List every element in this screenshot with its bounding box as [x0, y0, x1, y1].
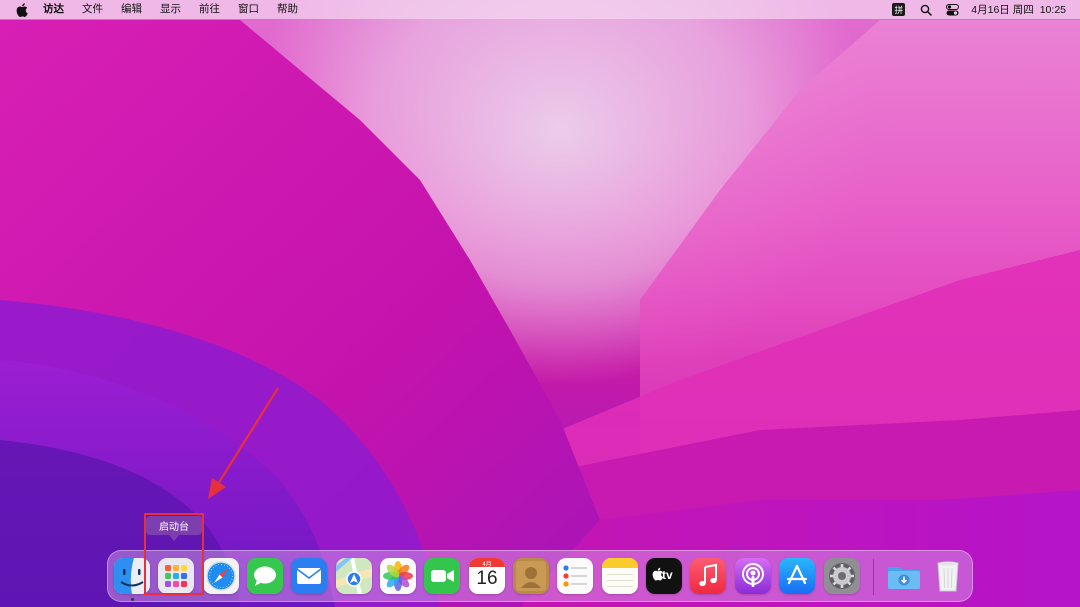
mail-icon[interactable] — [291, 558, 327, 594]
launchpad-icon[interactable] — [158, 558, 194, 594]
messages-icon[interactable] — [247, 558, 283, 594]
reminders-icon[interactable] — [557, 558, 593, 594]
control-center-icon[interactable] — [945, 3, 959, 17]
downloads-folder-icon[interactable] — [886, 558, 922, 594]
finder-running-indicator — [131, 598, 134, 601]
menu-file[interactable]: 文件 — [81, 0, 104, 19]
notes-icon[interactable] — [602, 558, 638, 594]
apple-tv-icon[interactable]: tv — [646, 558, 682, 594]
music-icon[interactable] — [690, 558, 726, 594]
safari-icon[interactable] — [203, 558, 239, 594]
contacts-icon[interactable] — [513, 558, 549, 594]
dock: 4月 16 tv — [107, 550, 973, 602]
menu-bar: 访达 文件 编辑 显示 前往 窗口 帮助 拼 4月16日 周四 10:25 — [0, 0, 1080, 19]
menu-edit[interactable]: 编辑 — [120, 0, 143, 19]
launchpad-tooltip: 启动台 — [146, 516, 202, 541]
menu-window[interactable]: 窗口 — [237, 0, 260, 19]
maps-icon[interactable] — [336, 558, 372, 594]
app-store-icon[interactable] — [779, 558, 815, 594]
apple-tv-label: tv — [662, 568, 673, 582]
facetime-icon[interactable] — [424, 558, 460, 594]
spotlight-search-icon[interactable] — [919, 3, 933, 17]
calendar-day: 16 — [476, 568, 498, 589]
podcasts-icon[interactable] — [735, 558, 771, 594]
calendar-icon[interactable]: 4月 16 — [469, 558, 505, 594]
menu-app-name[interactable]: 访达 — [42, 0, 65, 19]
finder-icon[interactable] — [114, 558, 150, 594]
menu-help[interactable]: 帮助 — [276, 0, 299, 19]
calendar-month: 4月 — [482, 562, 492, 568]
menu-view[interactable]: 显示 — [159, 0, 182, 19]
photos-icon[interactable] — [380, 558, 416, 594]
trash-icon[interactable] — [930, 558, 966, 594]
menubar-date[interactable]: 4月16日 周四 — [971, 2, 1033, 17]
dock-separator — [873, 559, 874, 595]
apple-menu-icon[interactable] — [14, 2, 30, 18]
menubar-time[interactable]: 10:25 — [1040, 4, 1066, 16]
input-method-icon[interactable]: 拼 — [892, 3, 906, 16]
gear-icon[interactable] — [824, 558, 860, 594]
menu-go[interactable]: 前往 — [198, 0, 221, 19]
